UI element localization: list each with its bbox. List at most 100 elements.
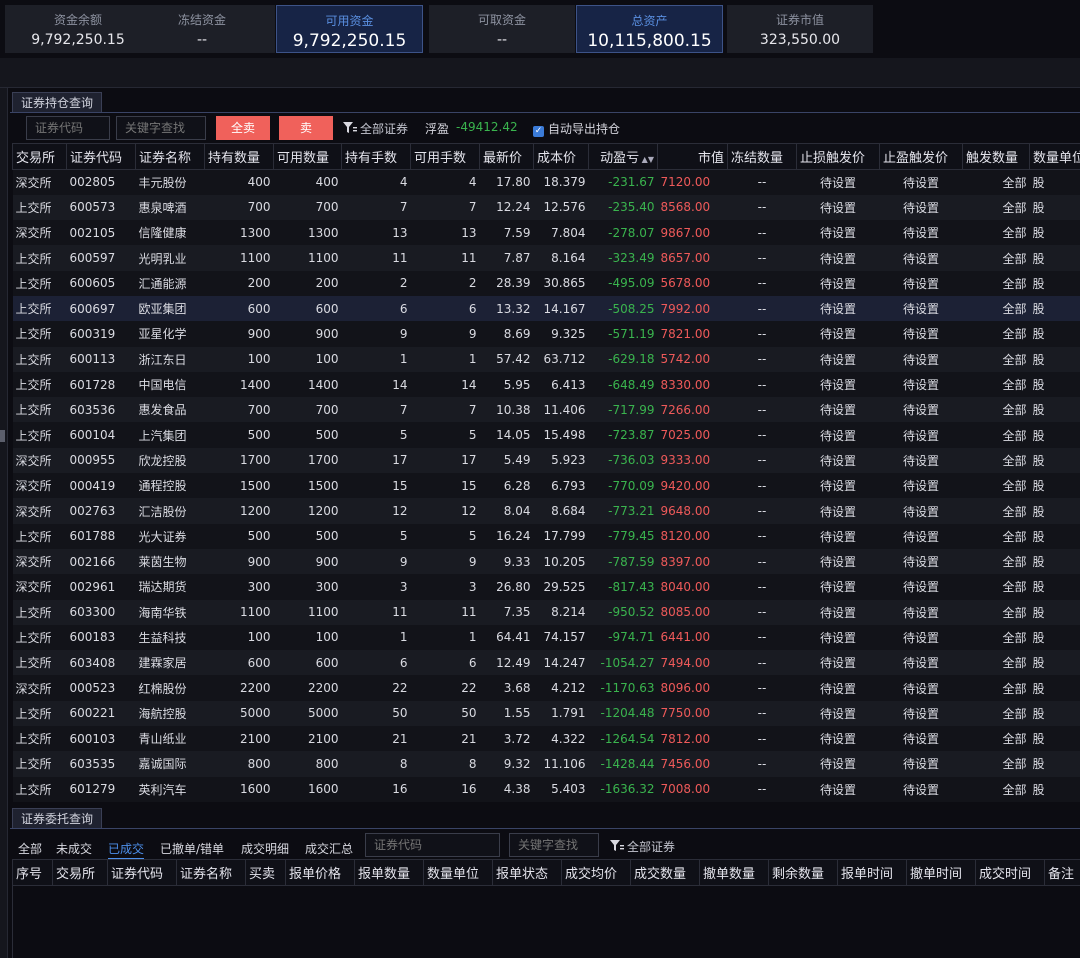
table-cell[interactable]: 待设置: [879, 270, 963, 296]
column-header[interactable]: 备注: [1044, 859, 1080, 886]
table-row[interactable]: 深交所 002805 丰元股份 400 400 4 4 17.80 18.379 -231.67 7…: [12, 169, 1080, 195]
column-header[interactable]: 报单状态: [492, 859, 562, 886]
table-row[interactable]: 上交所 600605 汇通能源 200 200 2 2 28.39 30.865 -495.09 5…: [12, 270, 1080, 296]
table-cell[interactable]: 待设置: [879, 422, 963, 448]
column-header[interactable]: 数量单位: [423, 859, 493, 886]
column-header[interactable]: 成本价: [533, 143, 589, 170]
table-cell[interactable]: 待设置: [796, 346, 880, 372]
table-cell[interactable]: 待设置: [879, 624, 963, 651]
column-header[interactable]: 证券名称: [176, 859, 246, 886]
table-row[interactable]: 深交所 002961 瑞达期货 300 300 3 3 26.80 29.525 -817.43 8…: [12, 574, 1080, 600]
table-cell[interactable]: 待设置: [879, 650, 963, 676]
table-row[interactable]: 上交所 603536 惠发食品 700 700 7 7 10.38 11.406 -717.99 7…: [12, 397, 1080, 423]
table-cell[interactable]: 待设置: [879, 473, 963, 499]
order-keyword-input[interactable]: [509, 833, 599, 857]
table-cell[interactable]: 待设置: [879, 169, 963, 195]
column-header[interactable]: 成交时间: [975, 859, 1045, 886]
table-row[interactable]: 上交所 601728 中国电信 1400 1400 14 14 5.95 6.413 -648.4…: [12, 371, 1080, 398]
table-cell[interactable]: 待设置: [879, 700, 963, 727]
subtab-fill-summary[interactable]: 成交汇总: [305, 840, 353, 857]
table-cell[interactable]: 待设置: [796, 447, 880, 474]
column-header[interactable]: 报单数量: [354, 859, 424, 886]
column-header[interactable]: 最新价: [479, 143, 534, 170]
table-row[interactable]: 深交所 002166 莱茵生物 900 900 9 9 9.33 10.205 -787.59 83…: [12, 548, 1080, 575]
table-cell[interactable]: 待设置: [796, 548, 880, 575]
subtab-cancelled[interactable]: 已撤单/错单: [160, 840, 224, 857]
table-cell[interactable]: 待设置: [879, 776, 963, 802]
column-header[interactable]: 撤单时间: [906, 859, 976, 886]
table-row[interactable]: 上交所 603408 建霖家居 600 600 6 6 12.49 14.247 -1054.27…: [12, 650, 1080, 676]
left-splitter[interactable]: [0, 88, 8, 958]
table-cell[interactable]: 待设置: [796, 700, 880, 727]
table-row[interactable]: 上交所 600113 浙江东日 100 100 1 1 57.42 63.712 -629.18 5…: [12, 346, 1080, 372]
subtab-pending[interactable]: 未成交: [56, 840, 92, 857]
table-row[interactable]: 上交所 600103 青山纸业 2100 2100 21 21 3.72 4.322 -1264.…: [12, 726, 1080, 752]
table-cell[interactable]: 待设置: [796, 776, 880, 802]
table-cell[interactable]: 待设置: [796, 599, 880, 625]
security-filter[interactable]: 全部证券: [343, 120, 408, 137]
table-cell[interactable]: 待设置: [796, 371, 880, 398]
subtab-filled[interactable]: 已成交: [108, 840, 145, 859]
column-header[interactable]: 冻结数量: [727, 143, 797, 170]
table-row[interactable]: 深交所 000523 红棉股份 2200 2200 22 22 3.68 4.212 -1170.…: [12, 675, 1080, 701]
table-cell[interactable]: 待设置: [879, 447, 963, 474]
tab-positions[interactable]: 证券持仓查询: [12, 92, 103, 112]
sort-icon[interactable]: ▲▼: [639, 155, 654, 164]
table-cell[interactable]: 待设置: [879, 574, 963, 600]
subtab-all[interactable]: 全部: [18, 840, 42, 857]
column-header[interactable]: 持有数量: [204, 143, 274, 170]
table-cell[interactable]: 待设置: [879, 220, 963, 246]
splitter-handle[interactable]: [0, 430, 5, 442]
table-row[interactable]: 上交所 601788 光大证券 500 500 5 5 16.24 17.799 -779.45 8…: [12, 523, 1080, 549]
table-cell[interactable]: 待设置: [879, 371, 963, 398]
sell-all-button[interactable]: 全卖: [216, 116, 270, 140]
table-cell[interactable]: 待设置: [879, 599, 963, 625]
table-row[interactable]: 上交所 603300 海南华铁 1100 1100 11 11 7.35 8.214 -950.5…: [12, 599, 1080, 625]
table-cell[interactable]: 待设置: [879, 245, 963, 271]
column-header[interactable]: 剩余数量: [768, 859, 838, 886]
table-cell[interactable]: 待设置: [796, 220, 880, 246]
column-header[interactable]: 交易所: [12, 143, 67, 170]
table-cell[interactable]: 待设置: [796, 751, 880, 777]
table-cell[interactable]: 待设置: [796, 169, 880, 195]
table-row[interactable]: 上交所 600597 光明乳业 1100 1100 11 11 7.87 8.164 -323.4…: [12, 245, 1080, 271]
order-security-filter[interactable]: 全部证券: [610, 838, 675, 855]
table-cell[interactable]: 待设置: [879, 397, 963, 423]
table-row[interactable]: 上交所 601279 英利汽车 1600 1600 16 16 4.38 5.403 -1636.…: [12, 776, 1080, 802]
column-header[interactable]: 市值: [657, 143, 728, 170]
column-header[interactable]: 止损触发价: [796, 143, 880, 170]
table-cell[interactable]: 待设置: [879, 675, 963, 701]
table-row[interactable]: 上交所 600697 欧亚集团 600 600 6 6 13.32 14.167 -508.25 7…: [12, 295, 1080, 322]
table-cell[interactable]: 待设置: [796, 194, 880, 221]
column-header[interactable]: 序号: [12, 859, 53, 886]
column-header[interactable]: 成交均价: [561, 859, 631, 886]
table-cell[interactable]: 待设置: [879, 751, 963, 777]
table-cell[interactable]: 待设置: [879, 346, 963, 372]
column-header[interactable]: 触发数量: [962, 143, 1030, 170]
table-cell[interactable]: 待设置: [879, 498, 963, 524]
column-header[interactable]: 止盈触发价: [879, 143, 963, 170]
position-keyword-input[interactable]: [116, 116, 206, 140]
table-cell[interactable]: 待设置: [879, 194, 963, 221]
table-cell[interactable]: 待设置: [796, 473, 880, 499]
table-cell[interactable]: 待设置: [796, 650, 880, 676]
table-cell[interactable]: 待设置: [796, 245, 880, 271]
table-row[interactable]: 深交所 002763 汇洁股份 1200 1200 12 12 8.04 8.684 -773.2…: [12, 498, 1080, 524]
table-cell[interactable]: 待设置: [879, 548, 963, 575]
table-cell[interactable]: 待设置: [796, 624, 880, 651]
table-cell[interactable]: 待设置: [796, 295, 880, 322]
subtab-fill-detail[interactable]: 成交明细: [241, 840, 289, 857]
position-code-input[interactable]: [26, 116, 110, 140]
column-header[interactable]: 报单时间: [837, 859, 907, 886]
table-cell[interactable]: 待设置: [879, 321, 963, 347]
table-cell[interactable]: 待设置: [796, 675, 880, 701]
column-header[interactable]: 买卖: [245, 859, 286, 886]
column-header[interactable]: 证券代码: [66, 143, 136, 170]
column-header[interactable]: 动盈亏 ▲▼: [588, 143, 658, 170]
table-cell[interactable]: 待设置: [796, 422, 880, 448]
table-row[interactable]: 上交所 603535 嘉诚国际 800 800 8 8 9.32 11.106 -1428.44 7…: [12, 751, 1080, 777]
table-row[interactable]: 上交所 600104 上汽集团 500 500 5 5 14.05 15.498 -723.87 7…: [12, 422, 1080, 448]
table-cell[interactable]: 待设置: [879, 523, 963, 549]
column-header[interactable]: 成交数量: [630, 859, 700, 886]
column-header[interactable]: 数量单位: [1029, 143, 1080, 170]
